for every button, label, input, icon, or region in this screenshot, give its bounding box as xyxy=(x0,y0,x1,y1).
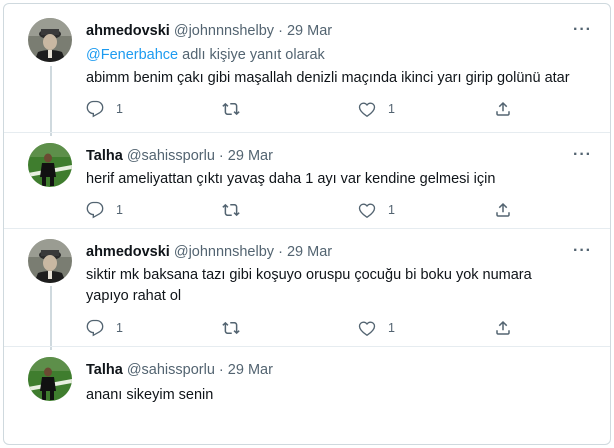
tweet-header: Talha @sahissporlu · 29 Mar xyxy=(86,362,273,378)
tweet-date[interactable]: 29 Mar xyxy=(228,362,273,378)
tweet[interactable]: ahmedovski @johnnnshelby · 29 Mar ··· si… xyxy=(4,229,610,347)
retweet-icon xyxy=(222,203,240,217)
reply-icon xyxy=(86,100,104,118)
user-handle[interactable]: @johnnnshelby xyxy=(174,23,274,39)
retweet-button[interactable] xyxy=(222,201,252,219)
conversation-thread: ahmedovski @johnnnshelby · 29 Mar ··· @F… xyxy=(3,3,611,445)
share-button[interactable] xyxy=(494,319,512,337)
user-handle[interactable]: @johnnnshelby xyxy=(174,244,274,260)
like-count: 1 xyxy=(388,102,395,116)
like-icon xyxy=(358,203,376,219)
tweet-actions: 1 1 xyxy=(86,100,516,122)
tweet-header: ahmedovski @johnnnshelby · 29 Mar xyxy=(86,244,332,260)
display-name[interactable]: ahmedovski xyxy=(86,244,170,260)
display-name[interactable]: ahmedovski xyxy=(86,23,170,39)
share-icon xyxy=(496,202,510,217)
replying-to: @Fenerbahce adlı kişiye yanıt olarak xyxy=(86,47,325,63)
reply-button[interactable]: 1 xyxy=(86,100,123,118)
like-button[interactable]: 1 xyxy=(358,201,395,219)
tweet[interactable]: ahmedovski @johnnnshelby · 29 Mar ··· @F… xyxy=(4,4,610,134)
reply-button[interactable]: 1 xyxy=(86,201,123,219)
tweet-header: ahmedovski @johnnnshelby · 29 Mar xyxy=(86,23,332,39)
like-icon xyxy=(358,321,376,337)
avatar-image xyxy=(28,239,72,283)
tweet-text: siktir mk baksana tazı gibi koşuyo orusp… xyxy=(86,267,532,304)
avatar-image xyxy=(28,18,72,62)
share-button[interactable] xyxy=(494,201,512,219)
reply-icon xyxy=(86,319,104,337)
avatar-image xyxy=(28,143,72,187)
avatar[interactable] xyxy=(28,143,72,187)
display-name[interactable]: Talha xyxy=(86,362,123,378)
separator-dot: · xyxy=(278,244,283,260)
reply-count: 1 xyxy=(116,102,123,116)
share-button[interactable] xyxy=(494,100,512,118)
like-count: 1 xyxy=(388,321,395,335)
avatar[interactable] xyxy=(28,239,72,283)
retweet-icon xyxy=(222,321,240,335)
tweet-date[interactable]: 29 Mar xyxy=(228,148,273,164)
like-button[interactable]: 1 xyxy=(358,100,395,118)
more-icon[interactable]: ··· xyxy=(573,242,592,260)
avatar[interactable] xyxy=(28,18,72,62)
separator-dot: · xyxy=(278,23,283,39)
tweet-text: abimm benim çakı gibi maşallah denizli m… xyxy=(86,70,570,86)
like-count: 1 xyxy=(388,203,395,217)
reply-button[interactable]: 1 xyxy=(86,319,123,337)
reply-suffix: adlı kişiye yanıt olarak xyxy=(178,47,325,63)
user-handle[interactable]: @sahissporlu xyxy=(127,148,215,164)
tweet-date[interactable]: 29 Mar xyxy=(287,244,332,260)
tweet-date[interactable]: 29 Mar xyxy=(287,23,332,39)
share-icon xyxy=(496,101,510,116)
retweet-button[interactable] xyxy=(222,319,252,337)
like-icon xyxy=(358,102,376,118)
more-icon[interactable]: ··· xyxy=(573,146,592,164)
reply-count: 1 xyxy=(116,203,123,217)
tweet-text: ananı sikeyim senin xyxy=(86,387,214,403)
retweet-icon xyxy=(222,102,240,116)
more-icon[interactable]: ··· xyxy=(573,21,592,39)
retweet-button[interactable] xyxy=(222,100,252,118)
separator-dot: · xyxy=(218,362,224,378)
avatar-image xyxy=(28,357,72,401)
like-button[interactable]: 1 xyxy=(358,319,395,337)
tweet-text: herif ameliyattan çıktı yavaş daha 1 ayı… xyxy=(86,171,496,187)
avatar[interactable] xyxy=(28,357,72,401)
user-handle[interactable]: @sahissporlu xyxy=(127,362,215,378)
tweet-actions: 1 1 xyxy=(86,201,516,223)
reply-mention-link[interactable]: @Fenerbahce xyxy=(86,47,178,63)
tweet[interactable]: Talha @sahissporlu · 29 Mar ··· herif am… xyxy=(4,133,610,229)
separator-dot: · xyxy=(218,148,224,164)
display-name[interactable]: Talha xyxy=(86,148,123,164)
reply-count: 1 xyxy=(116,321,123,335)
tweet-actions: 1 1 xyxy=(86,319,516,341)
reply-icon xyxy=(86,201,104,219)
tweet-header: Talha @sahissporlu · 29 Mar xyxy=(86,148,273,164)
tweet[interactable]: Talha @sahissporlu · 29 Mar ananı sikeyi… xyxy=(4,347,610,444)
share-icon xyxy=(496,320,510,335)
